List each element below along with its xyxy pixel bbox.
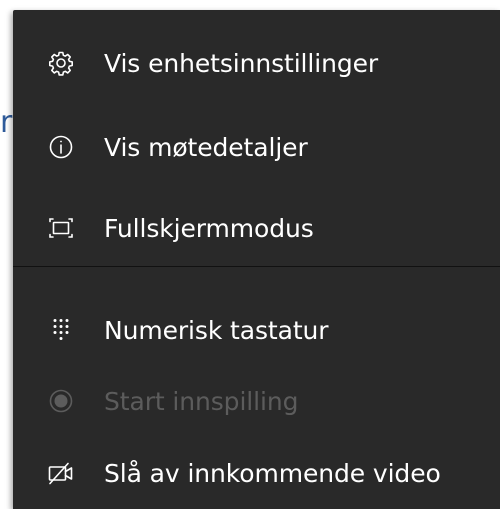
dialpad-icon bbox=[48, 317, 74, 343]
info-icon bbox=[48, 134, 74, 160]
menu-item-device-settings[interactable]: Vis enhetsinnstillinger bbox=[13, 33, 500, 93]
menu-item-label: Start innspilling bbox=[104, 386, 299, 416]
menu-item-start-recording: Start innspilling bbox=[13, 371, 500, 431]
menu-item-label: Vis enhetsinnstillinger bbox=[104, 48, 379, 78]
menu-item-label: Slå av innkommende video bbox=[104, 458, 441, 488]
more-actions-menu: Vis enhetsinnstillinger Vis møtedetaljer… bbox=[13, 10, 500, 509]
menu-item-label: Fullskjermmodus bbox=[104, 213, 314, 243]
menu-item-fullscreen[interactable]: Fullskjermmodus bbox=[13, 198, 500, 258]
menu-item-turn-off-incoming-video[interactable]: Slå av innkommende video bbox=[13, 443, 500, 503]
fullscreen-icon bbox=[48, 215, 74, 241]
background-text-fragment: r bbox=[0, 105, 13, 140]
record-icon bbox=[48, 388, 74, 414]
video-off-icon bbox=[48, 460, 74, 486]
menu-divider bbox=[13, 266, 500, 267]
menu-item-label: Numerisk tastatur bbox=[104, 315, 329, 345]
menu-item-label: Vis møtedetaljer bbox=[104, 132, 308, 162]
gear-icon bbox=[48, 50, 74, 76]
menu-item-dialpad[interactable]: Numerisk tastatur bbox=[13, 300, 500, 360]
menu-item-meeting-details[interactable]: Vis møtedetaljer bbox=[13, 117, 500, 177]
